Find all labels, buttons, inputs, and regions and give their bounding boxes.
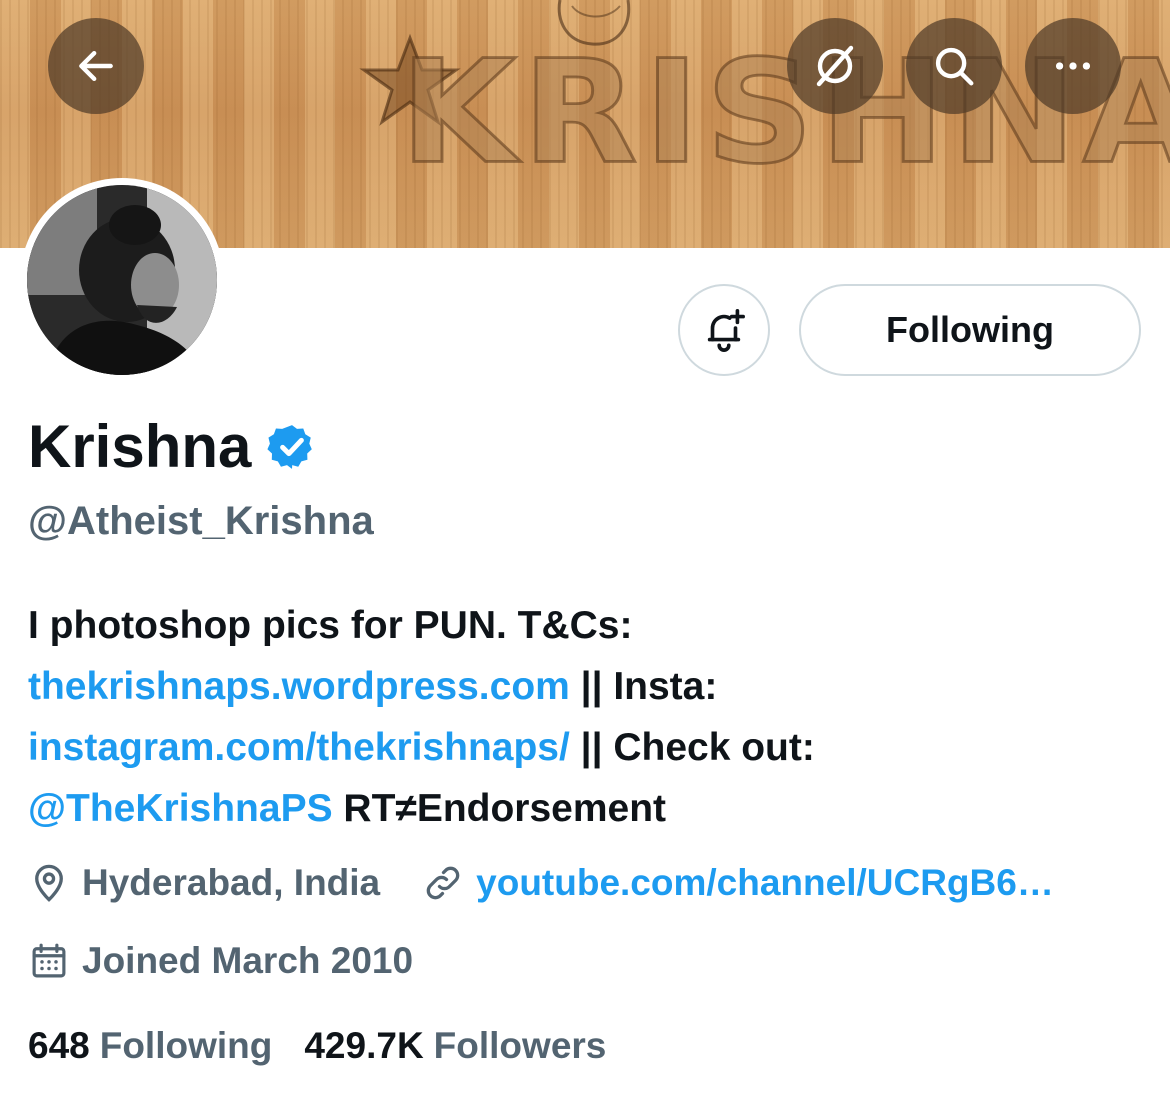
website-item[interactable]: youtube.com/channel/UCRgB6… xyxy=(422,862,1054,904)
joined-item: Joined March 2010 xyxy=(28,940,413,982)
profile-bio: I photoshop pics for PUN. T&Cs: thekrish… xyxy=(28,595,1148,839)
location-text: Hyderabad, India xyxy=(82,862,381,903)
avatar-photo xyxy=(27,185,217,375)
joined-row: Joined March 2010 xyxy=(28,940,413,982)
follow-counts: 648 Following 429.7K Followers xyxy=(28,1025,606,1067)
location-pin-icon xyxy=(35,864,63,902)
following-count: 648 xyxy=(28,1025,90,1066)
followers-count: 429.7K xyxy=(304,1025,424,1066)
calendar-icon xyxy=(32,943,66,978)
profile-meta-row: Hyderabad, India youtube.com/channel/UCR… xyxy=(28,862,1054,904)
joined-text: Joined March 2010 xyxy=(82,940,414,981)
bio-mention[interactable]: @TheKrishnaPS xyxy=(28,787,333,830)
location-item: Hyderabad, India xyxy=(28,862,380,904)
following-button-label: Following xyxy=(886,309,1054,350)
following-button[interactable]: Following xyxy=(799,284,1141,376)
verified-badge-icon[interactable] xyxy=(267,422,317,472)
bio-line-4: @TheKrishnaPS RT≠Endorsement xyxy=(28,787,667,830)
user-handle: @Atheist_Krishna xyxy=(28,499,374,543)
link-icon xyxy=(426,866,460,900)
more-button[interactable] xyxy=(1025,18,1121,114)
display-name: Krishna xyxy=(28,413,252,480)
bio-line-2: thekrishnaps.wordpress.com || Insta: xyxy=(28,665,718,708)
grok-icon xyxy=(816,45,854,87)
search-icon xyxy=(935,47,974,86)
following-label: Following xyxy=(99,1025,273,1066)
search-button[interactable] xyxy=(906,18,1002,114)
back-button[interactable] xyxy=(48,18,144,114)
website-link[interactable]: youtube.com/channel/UCRgB6… xyxy=(476,862,1054,904)
notifications-toggle-button[interactable] xyxy=(678,284,770,376)
bio-line-1: I photoshop pics for PUN. T&Cs: xyxy=(28,604,633,647)
bio-link-instagram[interactable]: instagram.com/thekrishnaps/ xyxy=(28,726,570,769)
followers-count-link[interactable]: 429.7K Followers xyxy=(304,1025,606,1067)
followers-label: Followers xyxy=(433,1025,607,1066)
bio-link-wordpress[interactable]: thekrishnaps.wordpress.com xyxy=(28,665,570,708)
bio-line-3: instagram.com/thekrishnaps/ || Check out… xyxy=(28,726,815,769)
arrow-left-icon xyxy=(79,50,113,82)
more-horizontal-icon xyxy=(1055,62,1091,70)
following-count-link[interactable]: 648 Following xyxy=(28,1025,272,1067)
grok-button[interactable] xyxy=(787,18,883,114)
profile-avatar[interactable] xyxy=(20,178,224,382)
display-name-row: Krishna xyxy=(28,412,317,482)
bell-plus-icon xyxy=(707,309,745,352)
